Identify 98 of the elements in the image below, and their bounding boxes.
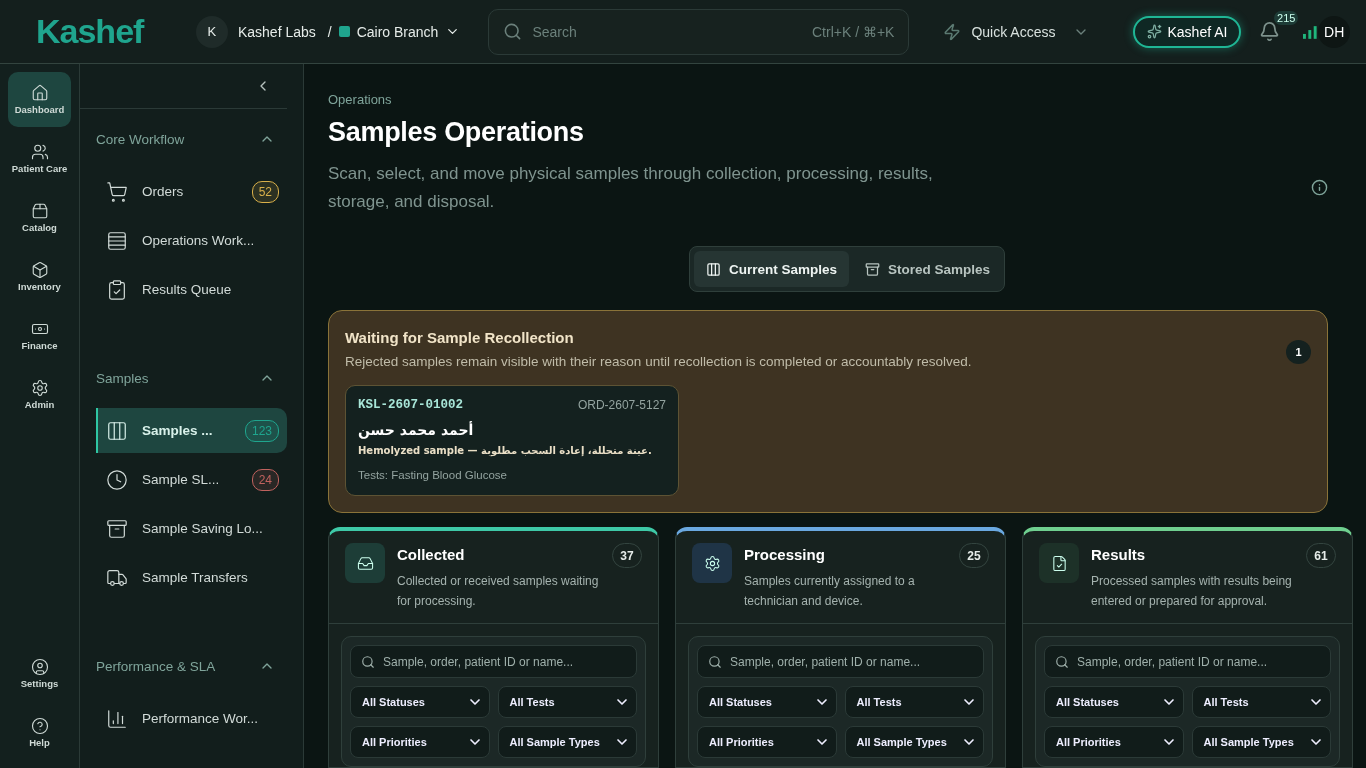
item-icon	[106, 468, 128, 491]
filter-select[interactable]: All Statuses	[1044, 686, 1184, 718]
rail-nav-item[interactable]: Finance	[8, 308, 71, 363]
nav-icon	[30, 717, 49, 735]
branch-icon	[338, 26, 350, 37]
sidebar-item[interactable]: Performance Wor...	[96, 696, 287, 741]
item-icon	[106, 517, 128, 540]
search-field[interactable]: Sample, order, patient ID or name...	[350, 645, 637, 678]
search-icon	[361, 654, 375, 669]
search-icon	[1055, 654, 1069, 669]
sidebar-item[interactable]: Results Queue	[96, 267, 287, 312]
sidebar-item[interactable]: Operations Work...	[96, 218, 287, 263]
rejection-reason: Hemolyzed sample — عينة متحللة، إعادة السحب مطلوبة.	[358, 444, 653, 459]
item-icon	[106, 180, 128, 203]
sidebar-item[interactable]: Orders 52	[96, 169, 287, 214]
rail-nav-item[interactable]: Patient Care	[8, 131, 71, 186]
filter-select[interactable]: All Sample Types	[844, 726, 984, 758]
sidebar-item[interactable]: Sample Transfers	[96, 555, 287, 600]
view-tab[interactable]: Current Samples	[694, 251, 850, 287]
panel-title: Waiting for Sample Recollection	[345, 329, 575, 346]
filter-select[interactable]: All Tests	[497, 686, 637, 718]
filter-select[interactable]: All Tests	[1191, 686, 1331, 718]
nav-icon	[30, 261, 49, 279]
filter-select[interactable]: All Statuses	[350, 686, 490, 718]
nav-icon	[30, 658, 49, 676]
nav-icon	[30, 84, 49, 102]
search-icon	[503, 22, 523, 41]
rail-nav-item[interactable]: Help	[8, 705, 71, 760]
nav-icon	[30, 143, 49, 161]
column-description: Collected or received samples waiting for processing.	[397, 573, 600, 610]
sparkles-icon	[1147, 24, 1163, 39]
filter-select[interactable]: All Statuses	[697, 686, 837, 718]
tab-icon	[706, 261, 721, 277]
rail-nav-item[interactable]: Settings	[8, 646, 71, 701]
filter-select[interactable]: All Sample Types	[1191, 726, 1331, 758]
rail-nav-item[interactable]: Dashboard	[8, 72, 71, 127]
rail-nav-item[interactable]: Admin	[8, 367, 71, 422]
sample-tests: Tests: Fasting Blood Glucose	[358, 469, 508, 481]
notifications-button[interactable]	[1259, 21, 1281, 42]
count-badge: 52	[251, 180, 279, 203]
search-field[interactable]: Sample, order, patient ID or name...	[1044, 645, 1331, 678]
column-glyph-icon	[703, 554, 721, 572]
filter-select[interactable]: All Tests	[844, 686, 984, 718]
search-icon	[708, 654, 722, 669]
filter-select[interactable]: All Priorities	[350, 726, 490, 758]
section-header[interactable]: Samples	[80, 364, 287, 392]
patient-name: أحمد محمد حسن	[358, 422, 475, 438]
column-title: Collected	[397, 546, 466, 563]
item-icon	[106, 707, 128, 730]
org-name: Kashef Labs	[237, 23, 316, 40]
breadcrumb: Operations	[328, 92, 393, 107]
ai-button[interactable]: Kashef AI	[1133, 15, 1242, 48]
column-title: Results	[1091, 546, 1147, 563]
filter-select[interactable]: All Priorities	[697, 726, 837, 758]
logo[interactable]: Kashef	[36, 12, 196, 51]
page-description: Scan, select, and move physical samples through collection, processing, results, storage, and disposal.	[328, 163, 934, 213]
breadcrumb-separator: /	[327, 23, 332, 40]
bell-icon	[1259, 21, 1281, 42]
count-badge: 1	[1286, 340, 1311, 364]
tab-icon	[865, 261, 881, 277]
sidebar-item[interactable]: Sample Saving Lo...	[96, 506, 287, 551]
search-field[interactable]: Search Ctrl+K / ⌘+K	[488, 8, 910, 55]
column-description: Samples currently assigned to a technician and device.	[744, 573, 916, 610]
quick-access-button[interactable]: Quick Access	[937, 21, 1096, 42]
org-avatar: K	[195, 15, 228, 48]
notification-count: 215	[1274, 11, 1299, 25]
column-description: Processed samples with results being entered or prepared for approval.	[1091, 573, 1293, 610]
rail-nav-item[interactable]: Inventory	[8, 249, 71, 304]
item-icon	[106, 229, 128, 252]
column-title: Processing	[744, 546, 826, 563]
column-glyph-icon	[356, 554, 374, 572]
panel-description: Rejected samples remain visible with their reason until recollection is completed or accountably resolved.	[345, 354, 973, 369]
item-icon	[106, 419, 128, 442]
info-icon[interactable]	[1311, 179, 1328, 196]
count-badge: 123	[244, 419, 279, 442]
section-header[interactable]: Core Workflow	[80, 125, 287, 153]
sample-id: KSL-2607-01002	[358, 398, 464, 412]
nav-icon	[30, 202, 49, 220]
filter-select[interactable]: All Sample Types	[497, 726, 637, 758]
nav-icon	[30, 379, 49, 397]
search-placeholder: Search	[532, 23, 577, 40]
order-id: ORD-2607-5127	[577, 398, 666, 412]
sidebar-item[interactable]: Sample SL... 24	[96, 457, 287, 502]
column-glyph-icon	[1050, 554, 1068, 572]
sidebar-item[interactable]: Samples ... 123	[96, 408, 287, 453]
item-icon	[106, 278, 128, 301]
lightning-icon	[943, 22, 962, 41]
user-avatar[interactable]: DH	[1318, 15, 1350, 48]
signal-icon	[1302, 24, 1318, 39]
count-badge: 24	[251, 468, 279, 491]
section-header[interactable]: Performance & SLA	[80, 652, 287, 680]
search-field[interactable]: Sample, order, patient ID or name...	[697, 645, 984, 678]
shortcut-hint: Ctrl+K / ⌘+K	[811, 23, 895, 40]
page-title: Samples Operations	[328, 117, 585, 148]
view-tab[interactable]: Stored Samples	[853, 251, 1003, 287]
rail-nav-item[interactable]: Catalog	[8, 190, 71, 245]
branch-name[interactable]: Cairo Branch	[356, 23, 439, 40]
filter-select[interactable]: All Priorities	[1044, 726, 1184, 758]
